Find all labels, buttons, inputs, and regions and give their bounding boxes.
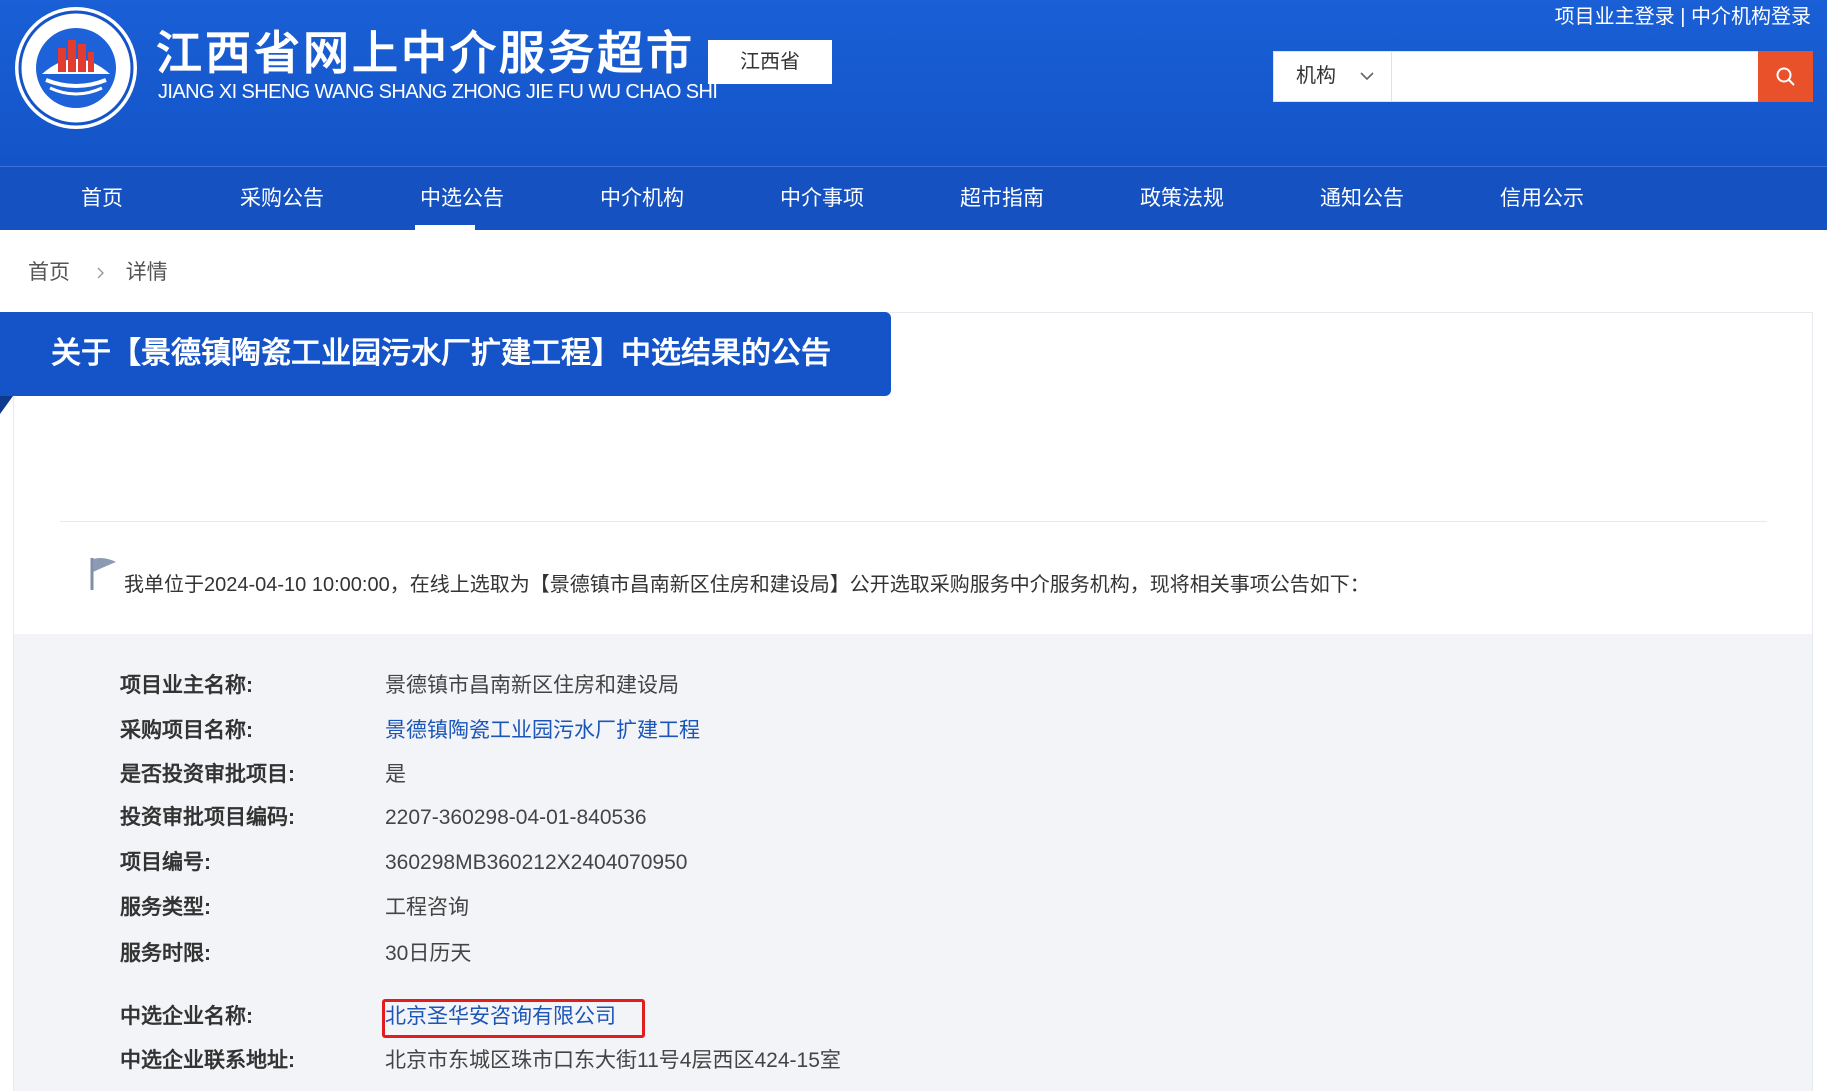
search-input[interactable] xyxy=(1392,52,1758,101)
link-separator: | xyxy=(1680,6,1686,28)
field-label: 中选企业名称: xyxy=(120,1005,253,1028)
nav-item-label: 中选公告 xyxy=(420,187,504,210)
field-value: 景德镇市昌南新区住房和建设局 xyxy=(385,674,679,697)
search-button[interactable] xyxy=(1758,51,1813,102)
detail-row-investment-approval: 是否投资审批项目: 是 xyxy=(0,755,1700,795)
breadcrumb-current: 详情 xyxy=(125,261,168,284)
field-label: 服务类型: xyxy=(120,896,211,919)
field-label: 投资审批项目编码: xyxy=(120,806,295,829)
site-header: 江西省网上中介服务超市 JIANG XI SHENG WANG SHANG ZH… xyxy=(0,0,1827,166)
banner-fold xyxy=(0,396,13,414)
nav-item-agencies[interactable]: 中介机构 xyxy=(582,167,702,230)
field-label: 是否投资审批项目: xyxy=(120,763,295,786)
agency-login-link[interactable]: 中介机构登录 xyxy=(1691,6,1811,28)
notice-title-banner: 关于【景德镇陶瓷工业园污水厂扩建工程】中选结果的公告 xyxy=(0,312,891,414)
chevron-down-icon xyxy=(1360,72,1374,81)
region-selector-button[interactable]: 江西省 xyxy=(708,40,832,84)
nav-item-home[interactable]: 首页 xyxy=(42,167,162,230)
field-value: 30日历天 xyxy=(385,942,472,965)
nav-item-label: 中介事项 xyxy=(780,187,864,210)
field-label: 采购项目名称: xyxy=(120,719,253,742)
nav-item-label: 超市指南 xyxy=(960,187,1044,210)
content-divider xyxy=(60,521,1767,522)
detail-row-company-address: 中选企业联系地址: 北京市东城区珠市口东大街11号4层西区424-15室 xyxy=(0,1041,1700,1081)
breadcrumb: 首页 详情 xyxy=(28,258,168,288)
selected-company-highlight xyxy=(382,999,645,1038)
active-tab-indicator xyxy=(415,225,475,230)
search-bar: 机构 xyxy=(1273,51,1813,102)
field-label: 服务时限: xyxy=(120,942,211,965)
chevron-right-icon xyxy=(97,267,104,279)
nav-item-notifications[interactable]: 通知公告 xyxy=(1302,167,1422,230)
main-nav: 首页 采购公告 中选公告 中介机构 中介事项 超市指南 政策法规 通知公告 信用… xyxy=(0,166,1827,230)
detail-row-service-period: 服务时限: 30日历天 xyxy=(0,934,1700,974)
nav-item-label: 采购公告 xyxy=(240,187,324,210)
nav-item-label: 信用公示 xyxy=(1500,187,1584,210)
search-icon xyxy=(1776,67,1795,86)
field-value: 北京市东城区珠市口东大街11号4层西区424-15室 xyxy=(385,1049,841,1072)
notice-title: 关于【景德镇陶瓷工业园污水厂扩建工程】中选结果的公告 xyxy=(51,337,831,370)
field-value: 2207-360298-04-01-840536 xyxy=(385,806,647,829)
field-value: 工程咨询 xyxy=(385,896,469,919)
detail-row-project-number: 项目编号: 360298MB360212X2404070950 xyxy=(0,843,1700,883)
site-subtitle: JIANG XI SHENG WANG SHANG ZHONG JIE FU W… xyxy=(158,81,718,103)
field-label: 项目业主名称: xyxy=(120,674,253,697)
nav-item-label: 首页 xyxy=(81,187,123,210)
emblem-logo[interactable] xyxy=(12,4,140,132)
nav-item-label: 通知公告 xyxy=(1320,187,1404,210)
nav-item-guide[interactable]: 超市指南 xyxy=(942,167,1062,230)
nav-item-procurement[interactable]: 采购公告 xyxy=(222,167,342,230)
field-value: 360298MB360212X2404070950 xyxy=(385,851,688,874)
project-name-link[interactable]: 景德镇陶瓷工业园污水厂扩建工程 xyxy=(385,711,700,751)
site-title: 江西省网上中介服务超市 xyxy=(156,26,695,80)
detail-row-service-type: 服务类型: 工程咨询 xyxy=(0,888,1700,928)
nav-item-matters[interactable]: 中介事项 xyxy=(762,167,882,230)
detail-row-selected-company: 中选企业名称: 北京圣华安咨询有限公司 xyxy=(0,997,1700,1037)
detail-row-approval-code: 投资审批项目编码: 2207-360298-04-01-840536 xyxy=(0,798,1700,838)
detail-row-project-name: 采购项目名称: 景德镇陶瓷工业园污水厂扩建工程 xyxy=(0,711,1700,751)
flag-icon xyxy=(90,558,116,590)
detail-row-owner: 项目业主名称: 景德镇市昌南新区住房和建设局 xyxy=(0,666,1700,706)
field-label: 项目编号: xyxy=(120,851,211,874)
owner-login-link[interactable]: 项目业主登录 xyxy=(1555,6,1675,28)
field-value: 是 xyxy=(385,763,406,786)
breadcrumb-home[interactable]: 首页 xyxy=(28,261,70,284)
nav-item-credit[interactable]: 信用公示 xyxy=(1482,167,1602,230)
search-category-select[interactable]: 机构 xyxy=(1274,52,1392,101)
login-links: 项目业主登录 | 中介机构登录 xyxy=(1555,4,1811,30)
notice-intro: 我单位于2024-04-10 10:00:00，在线上选取为【景德镇市昌南新区住… xyxy=(124,574,1370,596)
nav-item-policies[interactable]: 政策法规 xyxy=(1122,167,1242,230)
field-label: 中选企业联系地址: xyxy=(120,1049,295,1072)
nav-item-selection-notices[interactable]: 中选公告 xyxy=(402,167,522,230)
search-category-label: 机构 xyxy=(1296,65,1336,87)
nav-item-label: 中介机构 xyxy=(600,187,684,210)
nav-item-label: 政策法规 xyxy=(1140,187,1224,210)
